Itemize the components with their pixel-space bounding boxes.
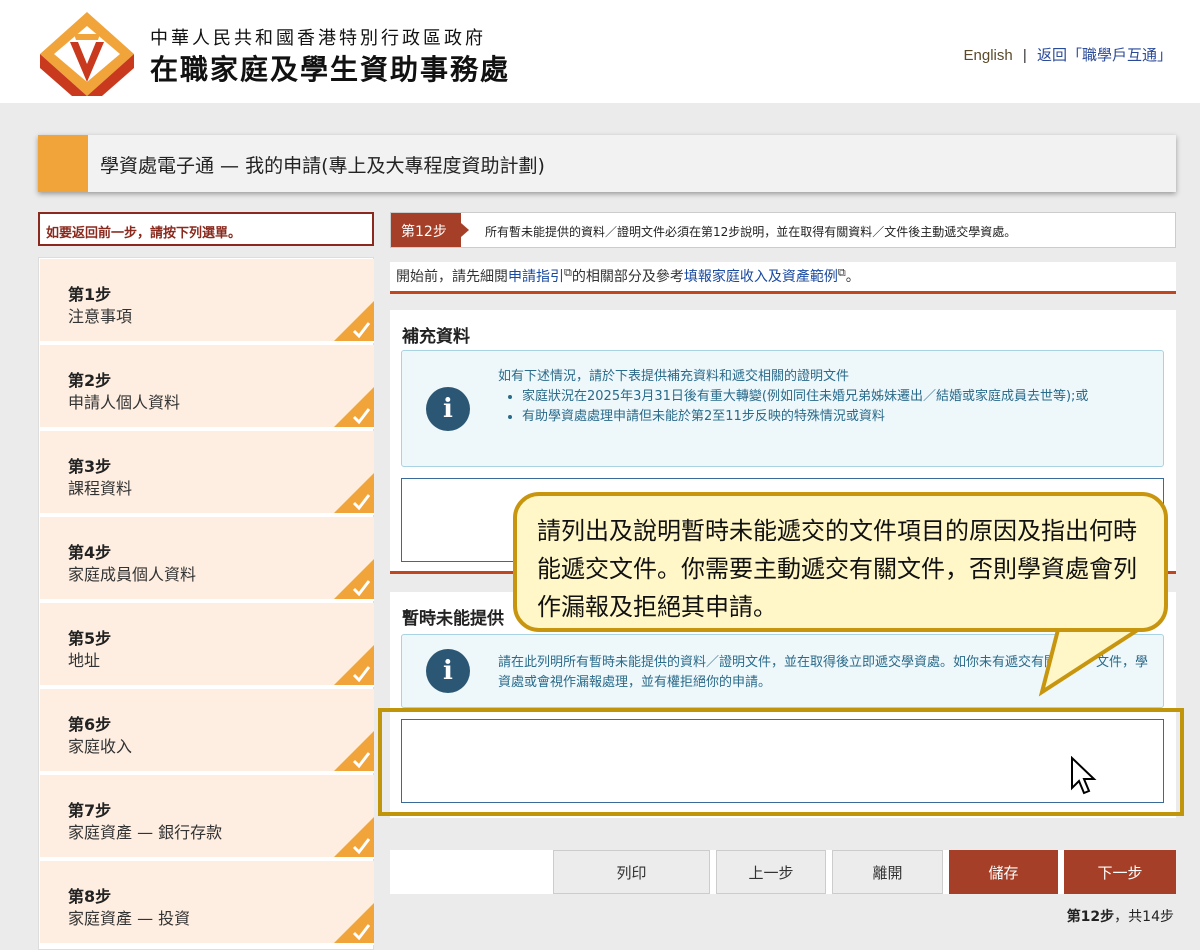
step-menu: 第1步 注意事項 第2步 申請人個人資料 第3步 課程資料 第4步 家庭成員個人… [38, 257, 374, 950]
check-icon [334, 645, 374, 685]
previous-step-button[interactable]: 上一步 [716, 850, 826, 894]
step-number: 第2步 [68, 371, 112, 390]
check-icon [334, 731, 374, 771]
section-title: 補充資料 [402, 327, 470, 347]
print-button[interactable]: 列印 [553, 850, 710, 894]
page-title-bar: 學資處電子通 — 我的申請(專上及大專程度資助計劃) [38, 135, 1176, 192]
step-name: 申請人個人資料 [68, 393, 181, 412]
step-number: 第7步 [68, 801, 112, 820]
info-bullet: 有助學資處處理申請但未能於第2至11步反映的特殊情況或資料 [522, 407, 1148, 427]
sidebar-step-3[interactable]: 第3步 課程資料 [40, 431, 374, 515]
info-icon: i [426, 387, 470, 431]
check-icon [334, 817, 374, 857]
step-name: 課程資料 [68, 479, 133, 498]
info-box: i 如有下述情況，請於下表提供補充資料和遞交相關的證明文件 家庭狀況在2025年… [401, 350, 1164, 467]
check-icon [334, 903, 374, 943]
external-link-icon: ⧉ [564, 266, 572, 279]
action-bar: 列印 上一步 離開 儲存 下一步 [390, 850, 1176, 894]
sidebar-step-5[interactable]: 第5步 地址 [40, 603, 374, 687]
callout-tail [1038, 622, 1154, 697]
english-link[interactable]: English [964, 47, 1013, 64]
step-name: 家庭收入 [68, 737, 133, 756]
instruction-callout: 請列出及說明暫時未能遞交的文件項目的原因及指出何時能遞交文件。你需要主動遞交有關… [513, 492, 1168, 632]
step-name: 家庭資產 — 投資 [68, 909, 191, 928]
leave-button[interactable]: 離開 [832, 850, 943, 894]
info-lead: 如有下述情況，請於下表提供補充資料和遞交相關的證明文件 [498, 369, 850, 384]
step-message: 所有暫未能提供的資料／證明文件必須在第12步說明，並在取得有關資料／文件後主動遞… [485, 225, 1017, 239]
current-step-bar: 第12步 所有暫未能提供的資料／證明文件必須在第12步說明，並在取得有關資料／文… [390, 212, 1176, 248]
intro-suffix: 。 [845, 269, 860, 285]
highlight-frame [378, 708, 1184, 816]
step-counter-total: ，共14步 [1114, 909, 1174, 925]
sidebar-step-2[interactable]: 第2步 申請人個人資料 [40, 345, 374, 429]
title-accent [38, 135, 88, 192]
check-icon [334, 473, 374, 513]
sidebar-step-1[interactable]: 第1步 注意事項 [40, 259, 374, 343]
info-text: 如有下述情況，請於下表提供補充資料和遞交相關的證明文件 家庭狀況在2025年3月… [498, 367, 1148, 427]
mouse-cursor-icon [1071, 756, 1097, 795]
check-icon [334, 387, 374, 427]
info-icon: i [426, 649, 470, 693]
step-number: 第1步 [68, 285, 112, 304]
step-counter: 第12步，共14步 [1067, 906, 1174, 926]
site-header: 中華人民共和國香港特別行政區政府 在職家庭及學生資助事務處 English | … [0, 0, 1200, 103]
back-to-portal-link[interactable]: 返回「職學戶互通」 [1037, 47, 1172, 64]
check-icon [334, 559, 374, 599]
step-name: 注意事項 [68, 307, 133, 326]
step-counter-current: 第12步 [1066, 909, 1115, 925]
dept-name-line2: 在職家庭及學生資助事務處 [150, 53, 511, 86]
wfsfaa-logo [40, 12, 134, 96]
current-step-tag: 第12步 [391, 213, 469, 247]
step-name: 家庭成員個人資料 [68, 565, 197, 584]
top-links: English | 返回「職學戶互通」 [964, 44, 1172, 65]
example-link[interactable]: 填報家庭收入及資產範例 [684, 269, 838, 285]
sidebar-step-8[interactable]: 第8步 家庭資產 — 投資 [40, 861, 374, 945]
next-step-button[interactable]: 下一步 [1064, 850, 1176, 894]
step-number: 第3步 [68, 457, 112, 476]
page-title: 學資處電子通 — 我的申請(專上及大專程度資助計劃) [100, 155, 545, 177]
step-number: 第4步 [68, 543, 112, 562]
link-separator: | [1022, 47, 1027, 64]
step-number: 第6步 [68, 715, 112, 734]
intro-prefix: 開始前，請先細閱 [396, 269, 508, 285]
step-number: 第8步 [68, 887, 112, 906]
intro-middle: 的相關部分及參考 [571, 269, 684, 285]
step-number: 第5步 [68, 629, 112, 648]
section-title: 暫時未能提供 [402, 609, 504, 629]
info-bullet: 家庭狀況在2025年3月31日後有重大轉變(例如同住未婚兄弟姊妹遷出／結婚或家庭… [522, 387, 1148, 407]
back-instruction: 如要返回前一步，請按下列選單。 [38, 212, 374, 246]
check-icon [334, 301, 374, 341]
intro-line: 開始前，請先細閱申請指引⧉的相關部分及參考填報家庭收入及資產範例⧉。 [390, 262, 1176, 294]
sidebar-step-4[interactable]: 第4步 家庭成員個人資料 [40, 517, 374, 601]
guide-link[interactable]: 申請指引 [508, 269, 564, 285]
step-name: 家庭資產 — 銀行存款 [68, 823, 223, 842]
dept-name-line1: 中華人民共和國香港特別行政區政府 [150, 28, 486, 49]
external-link-icon: ⧉ [837, 266, 846, 279]
sidebar-step-6[interactable]: 第6步 家庭收入 [40, 689, 374, 773]
sidebar-step-7[interactable]: 第7步 家庭資產 — 銀行存款 [40, 775, 374, 859]
save-button[interactable]: 儲存 [949, 850, 1058, 894]
step-name: 地址 [68, 651, 101, 670]
